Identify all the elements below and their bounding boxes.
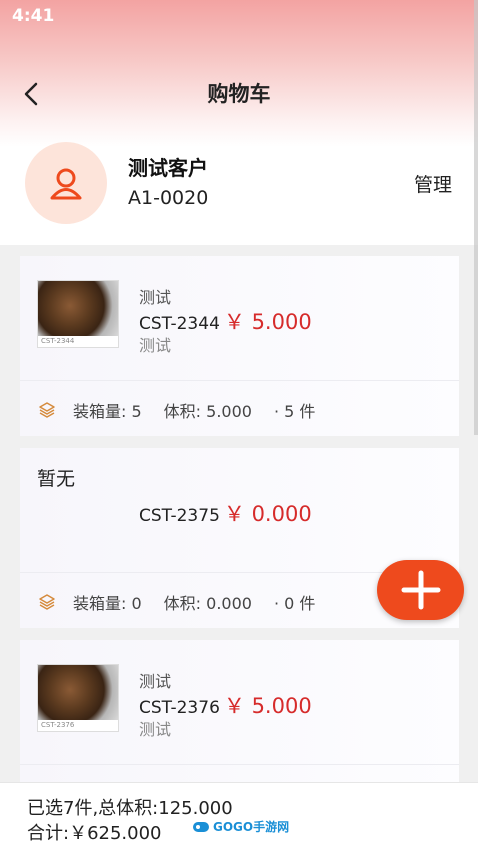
no-image-label: 暂无 (37, 468, 76, 490)
product-photo (38, 665, 118, 720)
item-name: 测试 (139, 288, 172, 307)
product-photo (38, 281, 118, 336)
manage-button[interactable]: 管理 (414, 170, 452, 197)
summary-total: 合计:￥625.000 (27, 823, 162, 844)
pack-quantity: 装箱量: 0 (73, 594, 142, 613)
plus-icon (401, 570, 440, 610)
item-code: CST-2375 (139, 506, 220, 526)
piece-count: · 5 件 (273, 402, 316, 421)
item-code: CST-2376 (139, 698, 220, 718)
thumbnail-caption: CST-2376 (41, 721, 75, 729)
item-price: ￥ 0.000 (223, 502, 312, 526)
scrollbar[interactable] (474, 0, 478, 435)
cart-item[interactable]: CST-2344 测试 CST-2344 ￥ 5.000 测试 装箱量: 5 体积… (20, 256, 459, 436)
divider (20, 380, 459, 381)
cart-item[interactable]: CST-2376 测试 CST-2376 ￥ 5.000 测试 (20, 640, 459, 782)
user-icon (50, 168, 82, 200)
summary-selected: 已选7件,总体积:125.000 (27, 798, 233, 819)
status-time: 4:41 (12, 6, 55, 26)
item-code-price: CST-2375 ￥ 0.000 (139, 498, 312, 528)
layers-icon (39, 594, 55, 610)
item-price: ￥ 5.000 (223, 694, 312, 718)
pack-quantity: 装箱量: 5 (73, 402, 142, 421)
divider (20, 764, 459, 765)
volume: 体积: 5.000 (163, 402, 252, 421)
watermark-text: GOGO手游网 (213, 820, 290, 834)
page-title: 购物车 (207, 82, 271, 106)
customer-name: 测试客户 (128, 156, 208, 180)
gamepad-icon (193, 821, 209, 832)
item-meta: 装箱量: 0 体积: 0.000 · 0 件 (38, 590, 315, 614)
item-spec: 测试 (139, 720, 172, 739)
product-thumbnail: CST-2344 (37, 280, 119, 348)
piece-count: · 0 件 (273, 594, 316, 613)
add-button[interactable] (377, 560, 464, 620)
thumbnail-caption: CST-2344 (41, 337, 75, 345)
watermark-logo: GOGO手游网 (192, 818, 289, 835)
customer-code: A1-0020 (128, 187, 209, 209)
item-code: CST-2344 (139, 314, 220, 334)
volume: 体积: 0.000 (163, 594, 252, 613)
cart-summary-bar: 已选7件,总体积:125.000 合计:￥625.000 (0, 782, 478, 850)
avatar (25, 142, 107, 224)
layers-icon (39, 402, 55, 418)
item-name: 测试 (139, 672, 172, 691)
item-spec: 测试 (139, 336, 172, 355)
product-thumbnail: CST-2376 (37, 664, 119, 732)
item-price: ￥ 5.000 (223, 310, 312, 334)
item-meta: 装箱量: 5 体积: 5.000 · 5 件 (38, 398, 315, 422)
